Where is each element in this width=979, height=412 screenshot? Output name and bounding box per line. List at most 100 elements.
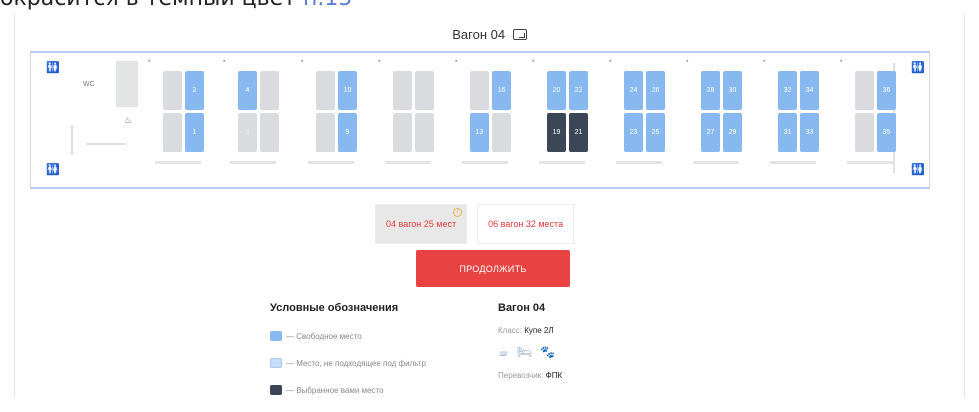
corridor-block [116, 61, 138, 107]
seat[interactable] [393, 113, 412, 152]
seat[interactable]: 1 [185, 113, 204, 152]
seat[interactable]: 26 [646, 71, 665, 110]
pet-icon: 🐾 [540, 345, 555, 359]
compartment-divider [230, 161, 276, 164]
seat[interactable]: 33 [800, 113, 819, 152]
seat[interactable] [316, 113, 335, 152]
legend-swatch [270, 331, 282, 341]
toilet-icon: 🚻 [911, 62, 925, 74]
toilet-icon: 🚻 [46, 164, 60, 176]
seat[interactable] [316, 71, 335, 110]
compartment-divider [308, 161, 354, 164]
seat[interactable]: 29 [723, 113, 742, 152]
table-icon: ▪ [532, 58, 535, 65]
wagon-info: Вагон 04 Класс: Купе 2Л ☕ 🛏 🐾 Перевозчик… [498, 302, 562, 390]
seat[interactable]: 21 [569, 113, 588, 152]
compartment-divider [847, 161, 893, 164]
seat[interactable]: 34 [800, 71, 819, 110]
wc-label: WC [83, 81, 95, 88]
caption-text: окрасится в темный цвет [0, 0, 296, 11]
expand-icon[interactable] [512, 29, 527, 40]
seat[interactable]: 4 [238, 71, 257, 110]
compartment-divider [385, 161, 431, 164]
seat[interactable]: 9 [338, 113, 357, 152]
wall [71, 125, 73, 155]
seat[interactable] [163, 113, 182, 152]
table-icon: ▪ [378, 58, 381, 65]
seat[interactable] [855, 113, 874, 152]
legend-swatch [270, 358, 282, 368]
caption-link[interactable]: п.15 [303, 0, 352, 11]
seat[interactable]: 25 [646, 113, 665, 152]
seat[interactable] [260, 113, 279, 152]
carrier-label: Перевозчик: [498, 371, 544, 380]
legend-label: — Выбранное вами место [286, 385, 384, 395]
table-icon: ▪ [301, 58, 304, 65]
seat[interactable]: 19 [547, 113, 566, 152]
wagon-tabs: 04 вагон 25 мест! 06 вагон 32 места [375, 204, 575, 244]
seat[interactable]: 36 [877, 71, 896, 110]
class-label: Класс: [498, 326, 522, 335]
seat[interactable] [415, 113, 434, 152]
seat[interactable] [415, 71, 434, 110]
seat[interactable]: 35 [877, 113, 896, 152]
seat[interactable]: 3 [238, 113, 257, 152]
table-icon: ▪ [686, 58, 689, 65]
warning-icon: ! [453, 208, 463, 217]
seat[interactable]: 24 [624, 71, 643, 110]
seat-selection-panel: Вагон 04 🚻 🚻 WC ♨ 🚻 🚻 WC 21▪43▪109▪▪1316… [14, 14, 965, 397]
table-icon: ▪ [148, 58, 151, 65]
table-icon: ▪ [840, 58, 843, 65]
toilet-icon: 🚻 [46, 62, 60, 74]
seat[interactable]: 31 [778, 113, 797, 152]
seat[interactable]: 30 [723, 71, 742, 110]
seat[interactable]: 23 [624, 113, 643, 152]
seat[interactable]: 22 [569, 71, 588, 110]
wall [86, 143, 126, 145]
continue-button[interactable]: ПРОДОЛЖИТЬ [416, 250, 570, 287]
seat[interactable]: 16 [492, 71, 511, 110]
wagon-title-text: Вагон 04 [452, 27, 506, 42]
wagon-tab[interactable]: 04 вагон 25 мест! [375, 204, 468, 244]
seat[interactable] [393, 71, 412, 110]
table-icon: ▪ [763, 58, 766, 65]
compartment-divider [770, 161, 816, 164]
wagon-class: Класс: Купе 2Л [498, 326, 562, 335]
table-icon: ▪ [609, 58, 612, 65]
carrier-value: ФПК [545, 371, 563, 380]
seat[interactable] [470, 71, 489, 110]
seat[interactable]: 28 [701, 71, 720, 110]
wagon-info-title: Вагон 04 [498, 302, 546, 314]
seat[interactable] [492, 113, 511, 152]
seat[interactable]: 20 [547, 71, 566, 110]
bed-icon: 🛏 [516, 345, 532, 359]
seat[interactable]: 2 [185, 71, 204, 110]
amenities: ☕ 🛏 🐾 [498, 345, 562, 359]
carrier: Перевозчик: ФПК [498, 371, 562, 380]
class-value: Купе 2Л [524, 326, 554, 335]
legend: Условные обозначения — Свободное место —… [270, 302, 426, 412]
table-icon: ▪ [223, 58, 226, 65]
compartment-divider [539, 161, 585, 164]
wagon-title: Вагон 04 [15, 27, 964, 42]
legend-title: Условные обозначения [270, 302, 399, 314]
legend-item-filtered: — Место, не подходящее под фильтр [270, 358, 426, 368]
coffee-icon: ☕ [498, 345, 509, 359]
legend-item-free: — Свободное место [270, 331, 426, 341]
compartment-divider [616, 161, 662, 164]
seat[interactable]: 10 [338, 71, 357, 110]
seat[interactable]: 13 [470, 113, 489, 152]
seat[interactable] [163, 71, 182, 110]
seat[interactable] [855, 71, 874, 110]
compartment-divider [693, 161, 739, 164]
legend-label: — Место, не подходящее под фильтр [286, 358, 426, 368]
top-caption: окрасится в темный цвет п.15 [0, 0, 352, 11]
seat[interactable] [260, 71, 279, 110]
seat[interactable]: 27 [701, 113, 720, 152]
legend-item-selected: — Выбранное вами место [270, 385, 426, 395]
compartment-divider [155, 161, 201, 164]
boiler-icon: ♨ [124, 115, 133, 125]
seat[interactable]: 32 [778, 71, 797, 110]
wagon-tab[interactable]: 06 вагон 32 места [477, 204, 575, 244]
legend-swatch [270, 385, 282, 395]
